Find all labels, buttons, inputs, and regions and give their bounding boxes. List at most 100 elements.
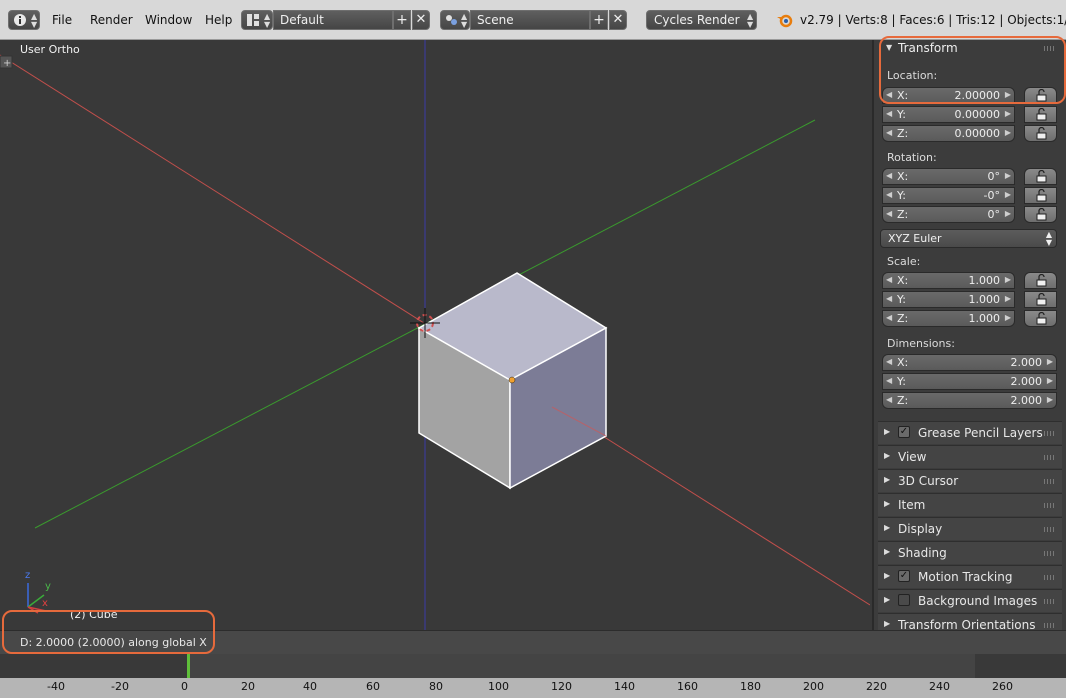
render-engine-dropdown[interactable]: Cycles Render ▲ ▼ [646,10,757,30]
menu-render[interactable]: Render [90,10,133,30]
decrement-arrow-icon[interactable]: ◀ [886,294,892,303]
decrement-arrow-icon[interactable]: ◀ [886,395,892,404]
increment-arrow-icon[interactable]: ▶ [1047,357,1053,366]
decrement-arrow-icon[interactable]: ◀ [886,128,892,137]
scene-icon-button[interactable]: ▲ ▼ [440,10,470,30]
expand-triangle-icon: ▶ [884,571,891,580]
increment-arrow-icon[interactable]: ▶ [1005,275,1011,284]
dimensions-y-field[interactable]: ◀ Y: 2.000 ▶ [882,373,1057,390]
drag-grip-icon[interactable] [1044,599,1056,604]
increment-arrow-icon[interactable]: ▶ [1005,109,1011,118]
increment-arrow-icon[interactable]: ▶ [1005,171,1011,180]
location-z-lock-button[interactable] [1024,125,1057,142]
enable-checkbox[interactable]: ✓ [898,426,910,438]
timeline-frame-ruler[interactable]: -40 -20 0 20 40 60 80 100 120 140 160 18… [0,678,1066,698]
decrement-arrow-icon[interactable]: ◀ [886,171,892,180]
menu-file[interactable]: File [52,10,72,30]
panel-3d-cursor[interactable]: ▶ 3D Cursor [878,469,1062,492]
drag-grip-icon[interactable] [1044,575,1056,580]
add-layout-button[interactable]: + [393,10,411,30]
3d-viewport[interactable]: + User Ortho z y x (2) Cube [0,40,870,630]
decrement-arrow-icon[interactable]: ◀ [886,275,892,284]
scene-field[interactable]: Scene [470,10,590,30]
rotation-mode-dropdown[interactable]: XYZ Euler ▲ ▼ [880,229,1057,248]
decrement-arrow-icon[interactable]: ◀ [886,209,892,218]
location-y-field[interactable]: ◀ Y: 0.00000 ▶ [882,106,1015,123]
decrement-arrow-icon[interactable]: ◀ [886,109,892,118]
panel-display[interactable]: ▶ Display [878,517,1062,540]
drag-grip-icon[interactable] [1044,503,1056,508]
scale-z-lock-button[interactable] [1024,310,1057,327]
field-axis-label: Y: [897,108,906,121]
field-axis-label: Y: [897,375,906,388]
screen-layout-field[interactable]: Default [273,10,393,30]
increment-arrow-icon[interactable]: ▶ [1005,209,1011,218]
drag-grip-icon[interactable] [1044,551,1056,556]
editor-type-button[interactable]: ▲ ▼ [8,10,40,30]
increment-arrow-icon[interactable]: ▶ [1047,376,1053,385]
menu-help[interactable]: Help [205,10,232,30]
scale-x-field[interactable]: ◀ X: 1.000 ▶ [882,272,1015,289]
field-value: 2.000 [1010,394,1043,407]
enable-checkbox[interactable] [898,594,910,606]
screen-layout-name: Default [280,13,324,27]
drag-grip-icon[interactable] [1044,455,1056,460]
drag-grip-icon[interactable] [1044,623,1056,628]
rotation-label: Rotation: [887,151,937,164]
panel-background-images[interactable]: ▶ Background Images [878,589,1062,612]
section-label: View [898,450,927,464]
timeline-editor[interactable]: -40 -20 0 20 40 60 80 100 120 140 160 18… [0,654,1066,698]
render-engine-label: Cycles Render [654,13,740,27]
rotation-x-field[interactable]: ◀ X: 0° ▶ [882,168,1015,185]
frame-tick: -40 [47,680,65,693]
decrement-arrow-icon[interactable]: ◀ [886,357,892,366]
delete-scene-button[interactable]: ✕ [609,10,627,30]
drag-grip-icon[interactable] [1044,479,1056,484]
scale-x-lock-button[interactable] [1024,272,1057,289]
scale-y-field[interactable]: ◀ Y: 1.000 ▶ [882,291,1015,308]
panel-grease-pencil-layers[interactable]: ▶ ✓ Grease Pencil Layers [878,421,1062,444]
drag-grip-icon[interactable] [1044,527,1056,532]
location-z-field[interactable]: ◀ Z: 0.00000 ▶ [882,125,1015,142]
rotation-mode-label: XYZ Euler [888,232,942,245]
increment-arrow-icon[interactable]: ▶ [1047,395,1053,404]
rotation-y-lock-button[interactable] [1024,187,1057,204]
timeline-track[interactable] [0,654,1066,678]
section-label: Background Images [918,594,1038,608]
decrement-arrow-icon[interactable]: ◀ [886,313,892,322]
panel-transform-orientations[interactable]: ▶ Transform Orientations [878,613,1062,630]
rotation-z-field[interactable]: ◀ Z: 0° ▶ [882,206,1015,223]
location-y-lock-button[interactable] [1024,106,1057,123]
increment-arrow-icon[interactable]: ▶ [1005,294,1011,303]
field-value: 2.000 [1010,356,1043,369]
screen-layout-icon-button[interactable]: ▲ ▼ [241,10,273,30]
panel-item[interactable]: ▶ Item [878,493,1062,516]
enable-checkbox[interactable]: ✓ [898,570,910,582]
object-origin[interactable] [508,376,516,384]
add-scene-button[interactable]: + [590,10,608,30]
decrement-arrow-icon[interactable]: ◀ [886,190,892,199]
dimensions-z-field[interactable]: ◀ Z: 2.000 ▶ [882,392,1057,409]
menu-window[interactable]: Window [145,10,192,30]
current-frame-cursor[interactable] [187,654,190,678]
decrement-arrow-icon[interactable]: ◀ [886,376,892,385]
rotation-y-field[interactable]: ◀ Y: -0° ▶ [882,187,1015,204]
rotation-z-lock-button[interactable] [1024,206,1057,223]
plus-icon: + [396,12,408,28]
scale-z-field[interactable]: ◀ Z: 1.000 ▶ [882,310,1015,327]
updown-arrows-icon: ▲ ▼ [461,12,468,29]
dimensions-x-field[interactable]: ◀ X: 2.000 ▶ [882,354,1057,371]
scale-y-lock-button[interactable] [1024,291,1057,308]
panel-motion-tracking[interactable]: ▶ ✓ Motion Tracking [878,565,1062,588]
panel-shading[interactable]: ▶ Shading [878,541,1062,564]
delete-layout-button[interactable]: ✕ [412,10,430,30]
increment-arrow-icon[interactable]: ▶ [1005,128,1011,137]
increment-arrow-icon[interactable]: ▶ [1005,190,1011,199]
rotation-x-lock-button[interactable] [1024,168,1057,185]
cube-object[interactable] [417,272,608,490]
close-icon: ✕ [415,12,427,27]
panel-view[interactable]: ▶ View [878,445,1062,468]
drag-grip-icon[interactable] [1044,431,1056,436]
region-toggle-plus-icon[interactable]: + [0,55,13,69]
increment-arrow-icon[interactable]: ▶ [1005,313,1011,322]
